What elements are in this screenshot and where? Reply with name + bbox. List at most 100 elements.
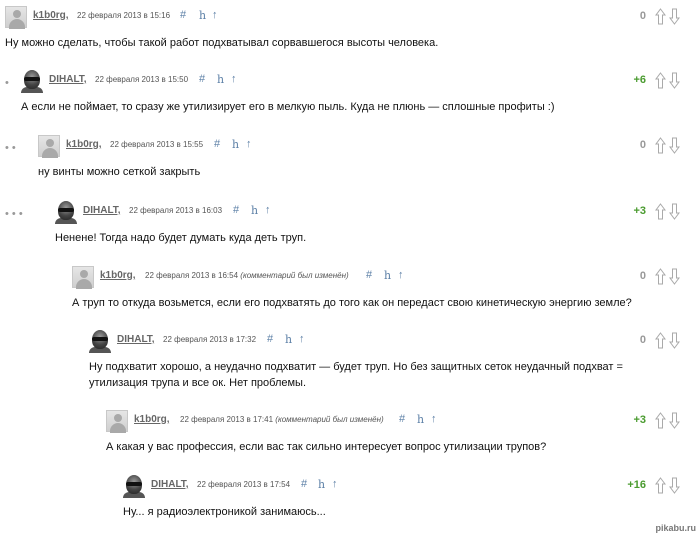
reply-h-link[interactable]: h: [251, 204, 258, 217]
comment-header: k1b0rg, 22 февраля 2013 в 16:54 (коммент…: [0, 266, 700, 290]
reply-h-link[interactable]: h: [318, 478, 325, 491]
reply-h-link[interactable]: h: [232, 138, 239, 151]
username-link[interactable]: k1b0rg,: [134, 414, 170, 425]
username-link[interactable]: k1b0rg,: [100, 270, 136, 281]
permalink-hash-link[interactable]: #: [301, 478, 307, 490]
comment-7: k1b0rg, 22 февраля 2013 в 17:41 (коммент…: [0, 410, 700, 460]
comment-score: 0: [639, 10, 646, 22]
comment-date: 22 февраля 2013 в 15:16: [77, 11, 171, 20]
default-avatar-icon[interactable]: [106, 410, 128, 433]
vote-down-icon[interactable]: [669, 268, 680, 285]
vote-down-icon[interactable]: [669, 412, 680, 429]
username-link[interactable]: DIHALT,: [117, 334, 155, 345]
comment-score: 0: [639, 270, 646, 282]
reply-h-link[interactable]: h: [199, 9, 206, 22]
comment-score: +6: [633, 74, 646, 86]
parent-up-link[interactable]: ↑: [246, 138, 252, 150]
reply-h-link[interactable]: h: [417, 413, 424, 426]
comment-header: • DIHALT, 22 февраля 2013 в 15:50 # h ↑ …: [0, 70, 700, 94]
permalink-hash-link[interactable]: #: [233, 204, 239, 216]
parent-up-link[interactable]: ↑: [265, 204, 271, 216]
comment-text: Ну... я радиоэлектроникой занимаюсь...: [123, 506, 326, 518]
comment-header: DIHALT, 22 февраля 2013 в 17:32 # h ↑ 0: [0, 330, 700, 354]
parent-up-link[interactable]: ↑: [431, 413, 437, 425]
parent-up-link[interactable]: ↑: [332, 478, 338, 490]
comment-4: • • • DIHALT, 22 февраля 2013 в 16:03 # …: [0, 201, 700, 251]
comment-text: Ну можно сделать, чтобы такой работ подх…: [5, 37, 439, 49]
comment-score: 0: [639, 334, 646, 346]
vote-up-icon[interactable]: [655, 72, 666, 89]
thread-indent-dots: •: [5, 77, 9, 89]
comment-3: • • k1b0rg, 22 февраля 2013 в 15:55 # h …: [0, 135, 700, 185]
vote-down-icon[interactable]: [669, 203, 680, 220]
comment-text: А если не поймает, то сразу же утилизиру…: [21, 101, 555, 113]
comment-header: DIHALT, 22 февраля 2013 в 17:54 # h ↑ +1…: [0, 475, 700, 499]
comment-date: 22 февраля 2013 в 17:41 (комментарий был…: [180, 415, 384, 424]
comment-header: • • • DIHALT, 22 февраля 2013 в 16:03 # …: [0, 201, 700, 225]
vote-down-icon[interactable]: [669, 137, 680, 154]
parent-up-link[interactable]: ↑: [212, 9, 218, 21]
reply-h-link[interactable]: h: [384, 269, 391, 282]
username-link[interactable]: DIHALT,: [49, 74, 87, 85]
dihalt-avatar-icon[interactable]: [21, 70, 43, 93]
comment-date: 22 февраля 2013 в 17:54: [197, 480, 291, 489]
comment-score: +3: [633, 414, 646, 426]
username-link[interactable]: k1b0rg,: [66, 139, 102, 150]
permalink-hash-link[interactable]: #: [180, 9, 186, 21]
comment-score: +3: [633, 205, 646, 217]
comment-5: k1b0rg, 22 февраля 2013 в 16:54 (коммент…: [0, 266, 700, 316]
parent-up-link[interactable]: ↑: [231, 73, 237, 85]
vote-down-icon[interactable]: [669, 477, 680, 494]
comment-date: 22 февраля 2013 в 15:55: [110, 140, 204, 149]
parent-up-link[interactable]: ↑: [299, 333, 305, 345]
permalink-hash-link[interactable]: #: [399, 413, 405, 425]
vote-up-icon[interactable]: [655, 137, 666, 154]
vote-up-icon[interactable]: [655, 477, 666, 494]
comment-8: DIHALT, 22 февраля 2013 в 17:54 # h ↑ +1…: [0, 475, 700, 530]
reply-h-link[interactable]: h: [285, 333, 292, 346]
default-avatar-icon[interactable]: [38, 135, 60, 158]
vote-up-icon[interactable]: [655, 8, 666, 25]
dihalt-avatar-icon[interactable]: [123, 475, 145, 498]
comment-date: 22 февраля 2013 в 16:03: [129, 206, 223, 215]
comment-text: А какая у вас профессия, если вас так си…: [106, 441, 547, 453]
permalink-hash-link[interactable]: #: [267, 333, 273, 345]
vote-down-icon[interactable]: [669, 72, 680, 89]
comment-header: • • k1b0rg, 22 февраля 2013 в 15:55 # h …: [0, 135, 700, 159]
comment-score: 0: [639, 139, 646, 151]
site-watermark: pikabu.ru: [655, 523, 696, 533]
vote-up-icon[interactable]: [655, 412, 666, 429]
comment-6: DIHALT, 22 февраля 2013 в 17:32 # h ↑ 0 …: [0, 330, 700, 400]
username-link[interactable]: DIHALT,: [83, 205, 121, 216]
comment-date: 22 февраля 2013 в 15:50: [95, 75, 189, 84]
comment-text: Ну подхватит хорошо, а неудачно подхвати…: [89, 361, 623, 389]
vote-down-icon[interactable]: [669, 332, 680, 349]
permalink-hash-link[interactable]: #: [199, 73, 205, 85]
comment-text: Ненене! Тогда надо будет думать куда дет…: [55, 232, 307, 244]
comment-text: ну винты можно сеткой закрыть: [38, 166, 201, 178]
comment-header: k1b0rg, 22 февраля 2013 в 17:41 (коммент…: [0, 410, 700, 434]
username-link[interactable]: DIHALT,: [151, 479, 189, 490]
thread-indent-dots: • •: [5, 142, 16, 154]
comment-date: 22 февраля 2013 в 17:32: [163, 335, 257, 344]
comment-score: +16: [627, 479, 646, 491]
default-avatar-icon[interactable]: [5, 6, 27, 29]
vote-up-icon[interactable]: [655, 332, 666, 349]
reply-h-link[interactable]: h: [217, 73, 224, 86]
thread-indent-dots: • • •: [5, 208, 23, 220]
permalink-hash-link[interactable]: #: [366, 269, 372, 281]
comment-1: k1b0rg, 22 февраля 2013 в 15:16 # h ↑ 0 …: [0, 6, 700, 56]
username-link[interactable]: k1b0rg,: [33, 10, 69, 21]
default-avatar-icon[interactable]: [72, 266, 94, 289]
permalink-hash-link[interactable]: #: [214, 138, 220, 150]
vote-down-icon[interactable]: [669, 8, 680, 25]
comment-date: 22 февраля 2013 в 16:54 (комментарий был…: [145, 271, 349, 280]
comment-header: k1b0rg, 22 февраля 2013 в 15:16 # h ↑ 0: [0, 6, 700, 30]
vote-up-icon[interactable]: [655, 268, 666, 285]
parent-up-link[interactable]: ↑: [398, 269, 404, 281]
vote-up-icon[interactable]: [655, 203, 666, 220]
comment-2: • DIHALT, 22 февраля 2013 в 15:50 # h ↑ …: [0, 70, 700, 120]
comment-text: А труп то откуда возьмется, если его под…: [72, 297, 632, 309]
dihalt-avatar-icon[interactable]: [55, 201, 77, 224]
dihalt-avatar-icon[interactable]: [89, 330, 111, 353]
